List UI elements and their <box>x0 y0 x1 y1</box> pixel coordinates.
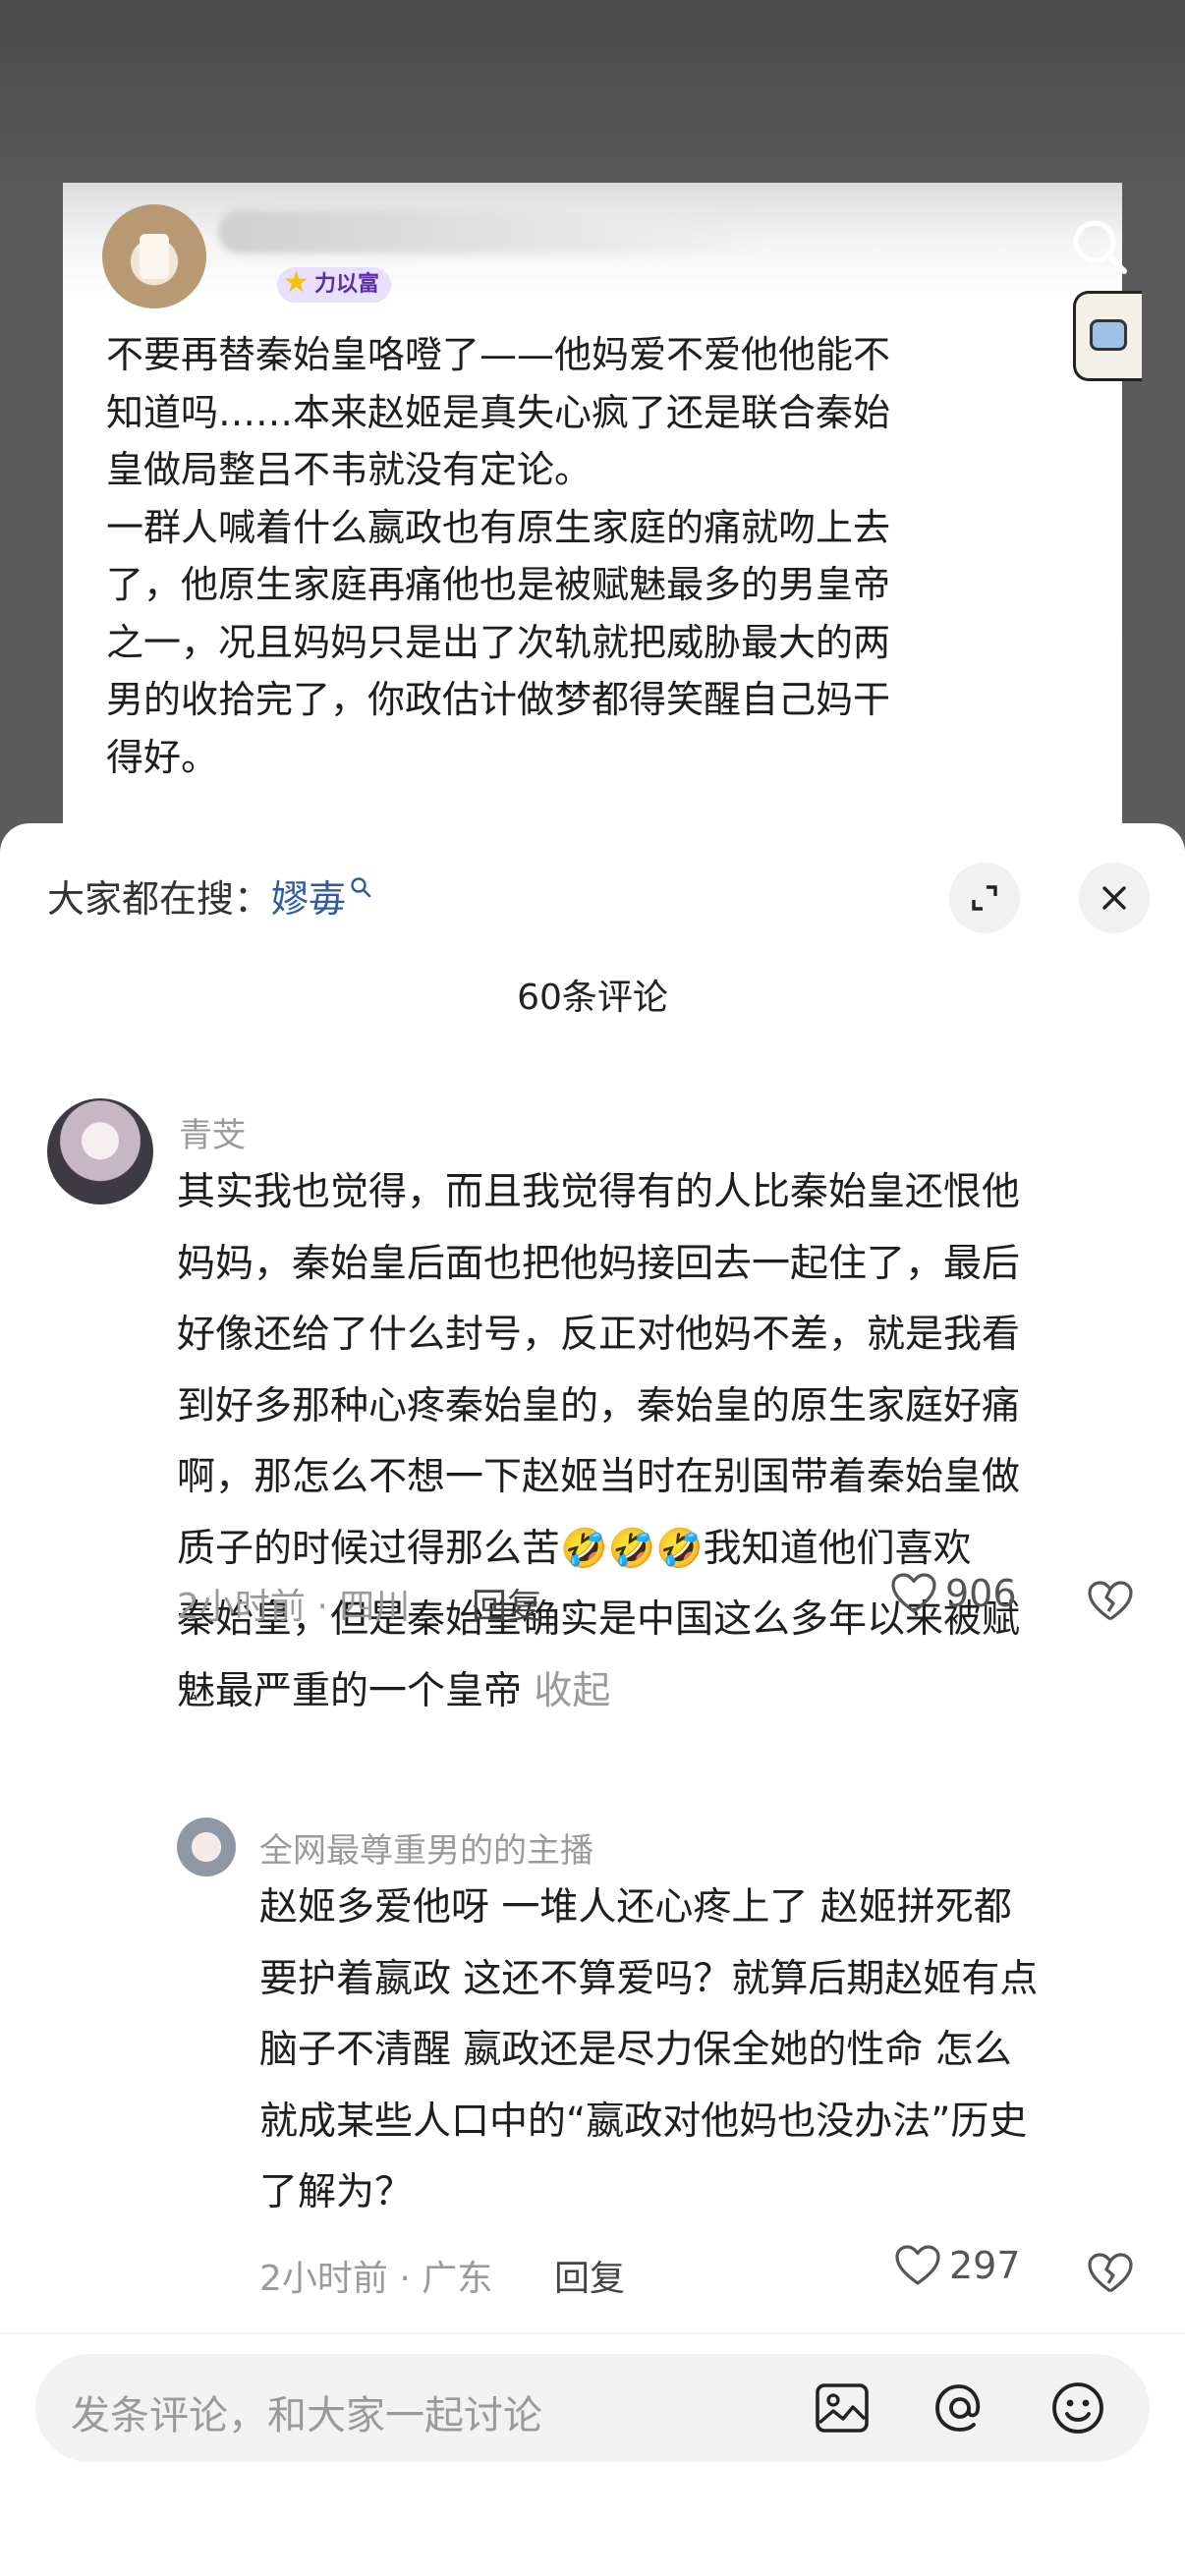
post-author-avatar[interactable] <box>102 204 206 308</box>
post-author-name-blurred <box>218 210 768 253</box>
comment-text[interactable]: 其实我也觉得，而且我觉得有的人比秦始皇还恨他 妈妈，秦始皇后面也把他妈接回去一起… <box>177 1157 1150 1727</box>
broken-heart-icon[interactable] <box>1087 2250 1134 2297</box>
side-sticker-thumbnail[interactable] <box>1073 291 1142 381</box>
comment-input[interactable]: 发条评论，和大家一起讨论 <box>35 2354 1150 2462</box>
heart-icon <box>895 2245 940 2285</box>
small-search-icon <box>351 877 371 898</box>
close-button[interactable] <box>1079 863 1150 933</box>
close-icon <box>1102 886 1126 910</box>
post-text: 不要再替秦始皇咯噔了——他妈爱不爱他他能不 知道吗……本来赵姬是真失心疯了还是联… <box>106 333 891 779</box>
comment-count: 60条评论 <box>517 978 668 1018</box>
comment-meta: 2小时前 · 四川 <box>177 1587 411 1627</box>
like-button[interactable]: 297 <box>894 2244 1021 2287</box>
post-badge-label: 力以富 <box>314 272 380 297</box>
expand-button[interactable] <box>949 863 1020 933</box>
expand-icon <box>972 885 997 911</box>
emoji-icon[interactable] <box>1047 2378 1108 2438</box>
comment-author-name[interactable]: 青芠 <box>179 1108 246 1156</box>
trending-keyword[interactable]: 嫪毐 <box>271 877 346 921</box>
comment-input-placeholder: 发条评论，和大家一起讨论 <box>71 2393 542 2438</box>
star-icon: ★ <box>283 265 310 300</box>
like-count: 297 <box>949 2244 1021 2287</box>
like-count: 906 <box>945 1572 1017 1615</box>
avatar[interactable] <box>47 1098 153 1204</box>
comment-meta: 2小时前 · 广东 <box>259 2259 493 2299</box>
like-button[interactable]: 906 <box>890 1572 1017 1615</box>
collapse-link[interactable]: 收起 <box>522 1669 610 1713</box>
broken-heart-icon[interactable] <box>1087 1578 1134 1625</box>
comment-text[interactable]: 赵姬多爱他呀 一堆人还心疼上了 赵姬拼死都 要护着嬴政 这还不算爱吗？就算后期赵… <box>259 1873 1144 2229</box>
image-icon[interactable] <box>812 2378 873 2438</box>
reply-button[interactable]: 回复 <box>554 2250 625 2301</box>
reply-button[interactable]: 回复 <box>472 1578 542 1629</box>
heart-icon <box>891 1573 936 1613</box>
comment-author-name[interactable]: 全网最尊重男的的主播 <box>259 1823 593 1872</box>
avatar[interactable] <box>177 1818 236 1876</box>
comment-text-body: 其实我也觉得，而且我觉得有的人比秦始皇还恨他 妈妈，秦始皇后面也把他妈接回去一起… <box>177 1170 1021 1713</box>
comments-sheet: 大家都在搜：嫪毐 60条评论 青芠 其实我也觉得，而且我觉得有的人比秦始皇还恨他… <box>0 823 1185 2576</box>
at-icon[interactable] <box>930 2378 990 2438</box>
post-author-badge: ★ 力以富 <box>277 265 392 303</box>
search-icon[interactable] <box>1067 214 1132 279</box>
divider <box>0 2332 1185 2334</box>
trending-search[interactable]: 大家都在搜：嫪毐 <box>47 868 371 923</box>
post-card: ★ 力以富 不要再替秦始皇咯噔了——他妈爱不爱他他能不 知道吗……本来赵姬是真失… <box>63 183 1122 851</box>
trending-prefix: 大家都在搜： <box>47 877 272 921</box>
